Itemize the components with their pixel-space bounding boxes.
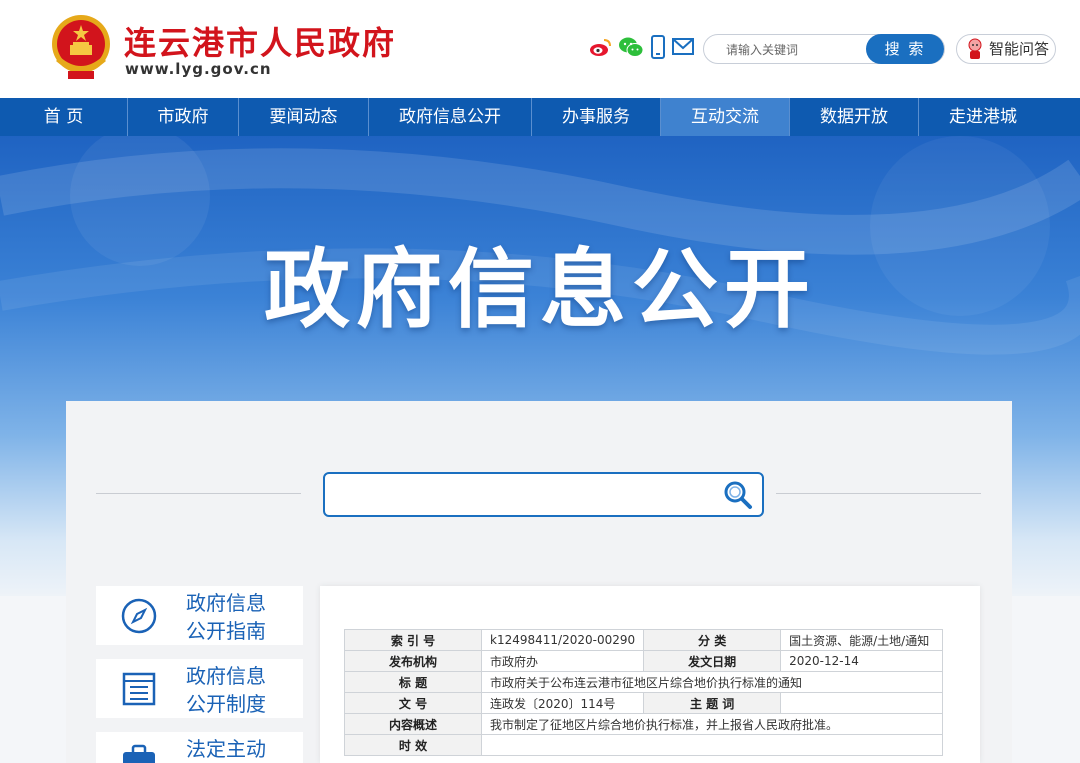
index-number-label: 索 引 号 (344, 629, 482, 651)
sidebar-item-label-line1: 法定主动 (186, 737, 266, 761)
smart-qa-button[interactable]: 智能问答 (956, 34, 1056, 64)
site-name[interactable]: 连云港市人民政府 (124, 18, 396, 64)
table-row: 发布机构 市政府办 发文日期 2020-12-14 (344, 650, 944, 672)
smart-qa-label: 智能问答 (989, 40, 1050, 58)
search-divider-left (96, 493, 301, 494)
header-search-button[interactable]: 搜 索 (866, 34, 944, 64)
issue-date-value: 2020-12-14 (780, 650, 944, 672)
publisher-value: 市政府办 (480, 650, 645, 672)
nav-item-about-city[interactable]: 走进港城 (919, 98, 1047, 136)
site-url: www.lyg.gov.cn (125, 60, 272, 78)
summary-value: 我市制定了征地区片综合地价执行标准，并上报省人民政府批准。 (480, 713, 944, 735)
search-icon[interactable] (722, 479, 754, 511)
sidebar-item-disclosure-guide[interactable]: 政府信息 公开指南 (96, 586, 303, 645)
sidebar-item-label-line2: 公开制度 (186, 692, 266, 716)
search-divider-right (776, 493, 981, 494)
sidebar-item-statutory-disclosure[interactable]: 法定主动 (96, 732, 303, 763)
compass-icon (121, 598, 157, 634)
table-row: 标 题 市政府关于公布连云港市征地区片综合地价执行标准的通知 (344, 671, 944, 693)
header-search-input[interactable] (724, 40, 863, 60)
nav-item-city-government[interactable]: 市政府 (128, 98, 238, 136)
banner-title: 政府信息公开 (264, 240, 816, 340)
document-number-value: 连政发〔2020〕114号 (480, 692, 645, 714)
table-row: 内容概述 我市制定了征地区片综合地价执行标准，并上报省人民政府批准。 (344, 713, 944, 735)
category-value: 国土资源、能源/土地/通知 (780, 629, 944, 651)
document-meta-table: 索 引 号 k12498411/2020-00290 分 类 国土资源、能源/土… (344, 629, 944, 756)
national-emblem-logo[interactable] (48, 13, 114, 83)
disclosure-search-input[interactable] (337, 482, 711, 506)
validity-value (480, 734, 944, 756)
sidebar-item-disclosure-system[interactable]: 政府信息 公开制度 (96, 659, 303, 718)
site-header: 连云港市人民政府 www.lyg.gov.cn 搜 索 智能问答 (0, 0, 1080, 98)
document-list-icon (122, 672, 156, 706)
table-row: 时 效 (344, 734, 944, 756)
document-number-label: 文 号 (344, 692, 482, 714)
title-label: 标 题 (344, 671, 482, 693)
mobile-icon[interactable] (650, 35, 666, 59)
table-row: 文 号 连政发〔2020〕114号 主 题 词 (344, 692, 944, 714)
summary-label: 内容概述 (344, 713, 482, 735)
briefcase-icon (123, 744, 155, 763)
nav-item-home[interactable]: 首 页 (0, 98, 127, 136)
sidebar-item-label-line1: 政府信息 (186, 664, 266, 688)
nav-item-news[interactable]: 要闻动态 (239, 98, 368, 136)
sidebar-item-label-line1: 政府信息 (186, 591, 266, 615)
nav-item-services[interactable]: 办事服务 (532, 98, 660, 136)
wechat-icon[interactable] (618, 35, 644, 59)
category-label: 分 类 (643, 629, 782, 651)
nav-item-open-data[interactable]: 数据开放 (790, 98, 918, 136)
index-number-value: k12498411/2020-00290 (480, 629, 645, 651)
table-row: 索 引 号 k12498411/2020-00290 分 类 国土资源、能源/土… (344, 629, 944, 651)
weibo-icon[interactable] (588, 35, 612, 59)
issue-date-label: 发文日期 (643, 650, 782, 672)
disclosure-search-field[interactable] (323, 472, 764, 517)
main-nav: 首 页 市政府 要闻动态 政府信息公开 办事服务 互动交流 数据开放 走进港城 (0, 98, 1080, 136)
mail-icon[interactable] (671, 35, 695, 59)
subject-value (780, 692, 944, 714)
nav-item-interaction[interactable]: 互动交流 (661, 98, 789, 136)
robot-assistant-icon (968, 38, 982, 59)
title-value: 市政府关于公布连云港市征地区片综合地价执行标准的通知 (480, 671, 944, 693)
sidebar-item-label-line2: 公开指南 (186, 619, 266, 643)
publisher-label: 发布机构 (344, 650, 482, 672)
subject-label: 主 题 词 (643, 692, 782, 714)
nav-item-info-disclosure[interactable]: 政府信息公开 (369, 98, 531, 136)
validity-label: 时 效 (344, 734, 482, 756)
